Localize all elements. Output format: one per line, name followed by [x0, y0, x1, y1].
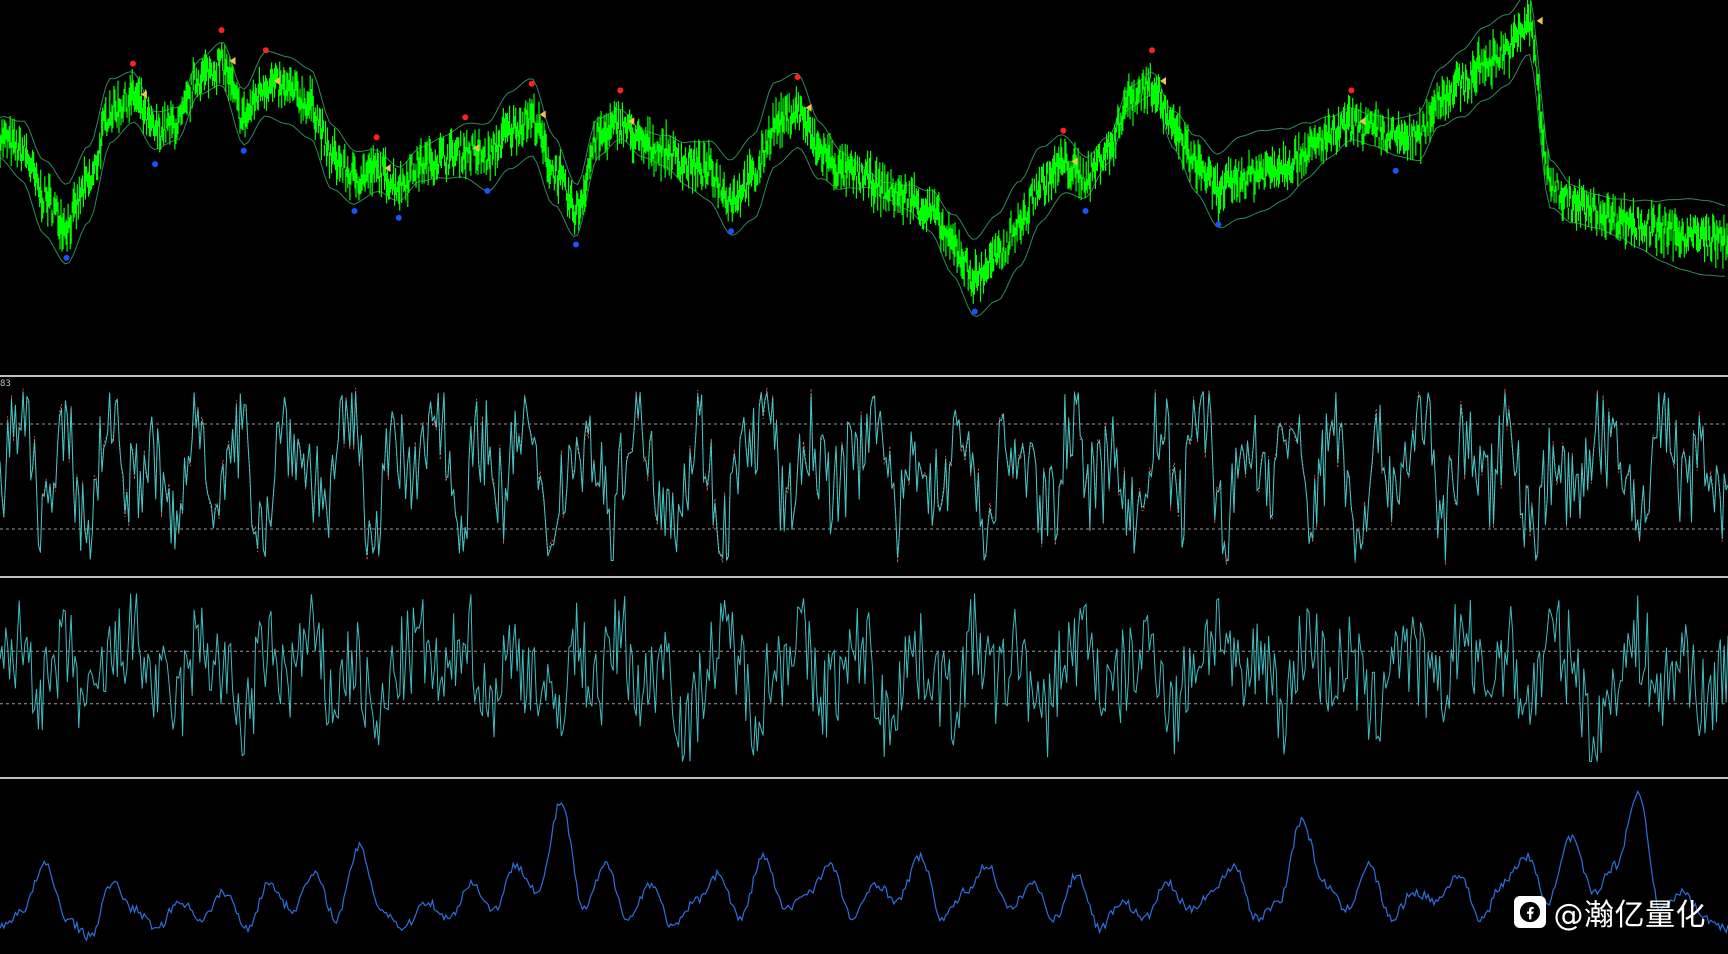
buy-signal-marker — [63, 254, 70, 261]
price-chart — [0, 0, 1728, 318]
watermark: @瀚亿量化 — [1513, 890, 1707, 934]
facebook-style-logo-icon — [1513, 896, 1546, 928]
sell-signal-marker — [373, 134, 380, 141]
buy-signal-marker — [395, 214, 402, 221]
oscillator-series-line — [0, 390, 1728, 561]
buy-signal-marker — [971, 308, 978, 315]
volatility-series-line — [0, 789, 1728, 942]
buy-signal-marker — [728, 228, 735, 235]
buy-signal-marker — [1215, 221, 1222, 228]
sell-signal-marker — [1149, 47, 1155, 54]
exit-flag-marker — [1160, 77, 1166, 85]
oscillator-2-pane[interactable] — [0, 578, 1728, 777]
oscillator-2-chart — [0, 593, 1728, 762]
exit-flag-marker — [1536, 16, 1543, 25]
oscillator-1-chart — [0, 387, 1728, 565]
buy-signal-marker — [152, 161, 159, 168]
buy-signal-marker — [573, 241, 579, 248]
buy-signal-marker — [351, 208, 358, 214]
buy-signal-marker — [1082, 208, 1089, 214]
sell-signal-marker — [129, 60, 136, 67]
sell-signal-marker — [1348, 87, 1355, 94]
buy-signal-marker — [240, 147, 247, 154]
pane-label: 83 — [0, 379, 11, 389]
volatility-chart — [0, 789, 1728, 942]
sell-signal-marker — [1060, 127, 1067, 134]
upper-band-line — [0, 0, 1726, 240]
sell-signal-marker — [262, 47, 269, 54]
price-pane[interactable] — [0, 0, 1728, 375]
sell-signal-marker — [218, 27, 225, 34]
watermark-text: @瀚亿量化 — [1553, 898, 1706, 933]
sell-signal-marker — [794, 74, 801, 80]
signal-series-line — [0, 387, 1728, 565]
oscillator-1-pane[interactable]: 83 — [0, 377, 1728, 576]
price-series-line — [0, 0, 1728, 304]
sell-signal-marker — [617, 87, 624, 94]
buy-signal-marker — [484, 187, 491, 194]
oscillator-series-line — [0, 593, 1728, 762]
volatility-pane[interactable] — [0, 779, 1728, 954]
sell-signal-marker — [528, 80, 535, 87]
buy-signal-marker — [1392, 167, 1399, 174]
chart-window: 83 @瀚亿量化 — [0, 0, 1728, 954]
sell-signal-marker — [462, 114, 469, 121]
